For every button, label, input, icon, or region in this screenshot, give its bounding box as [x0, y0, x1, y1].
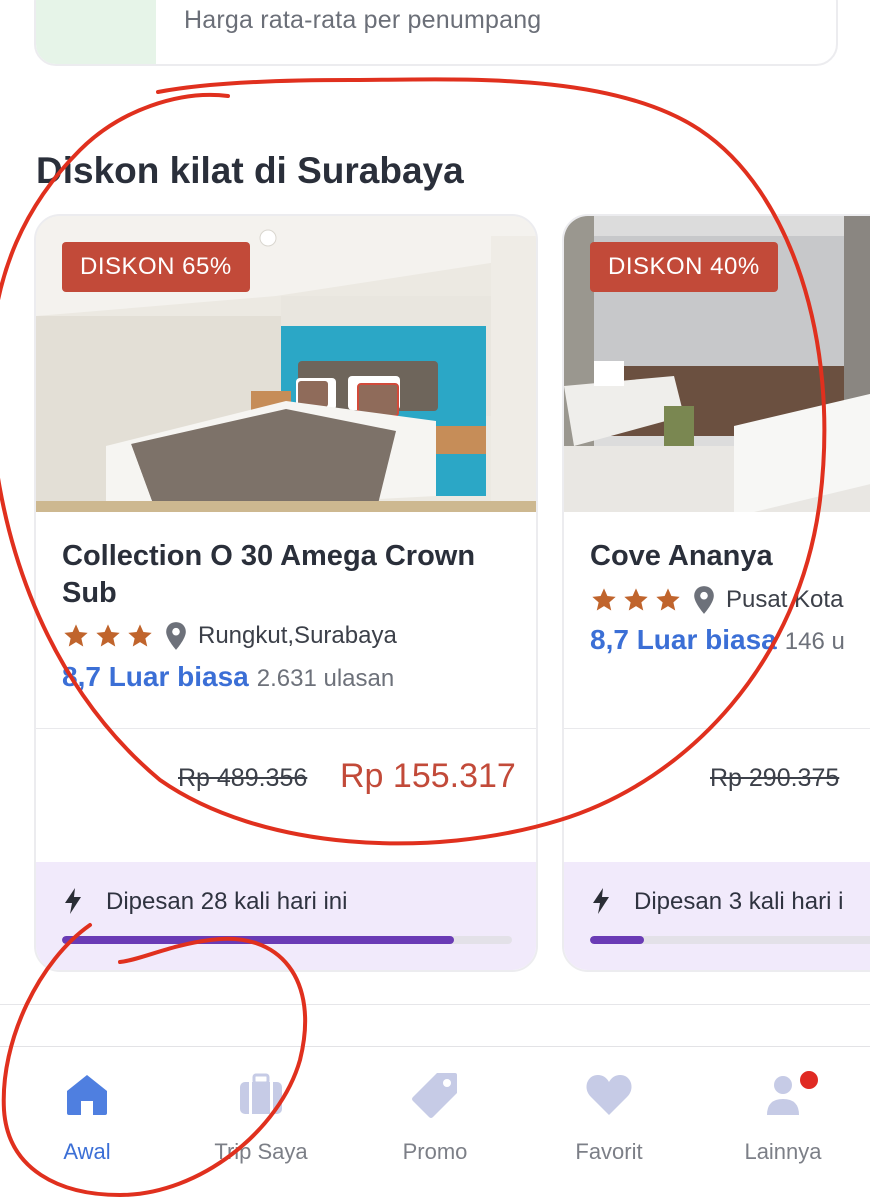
- nav-label: Promo: [402, 1139, 468, 1164]
- booking-progress-fill: [62, 936, 454, 944]
- star-icon: [64, 624, 88, 647]
- booked-count-text: Dipesan 3 kali hari i: [634, 888, 844, 915]
- star-icon: [592, 588, 616, 611]
- tag-icon: [412, 1073, 457, 1118]
- star-icon: [656, 588, 680, 611]
- divider: [564, 728, 870, 729]
- price-info-accent: [36, 0, 156, 64]
- booking-progress-fill: [590, 936, 644, 944]
- bottom-nav: Awal Trip Saya Promo Favorit Lainnya: [0, 1047, 870, 1200]
- price-info-text: Harga rata-rata per penumpang: [184, 6, 542, 34]
- nav-item-favorit[interactable]: Favorit: [522, 1047, 696, 1200]
- discount-badge: DISKON 40%: [590, 242, 778, 292]
- location-pin-icon: [694, 586, 714, 614]
- hotel-meta: Pusat Kota: [590, 583, 843, 617]
- heart-icon: [586, 1075, 632, 1115]
- nav-label: Favorit: [575, 1139, 643, 1164]
- nav-label: Awal: [63, 1139, 111, 1164]
- booking-popularity: Dipesan 28 kali hari ini: [36, 862, 536, 970]
- home-icon: [67, 1075, 107, 1115]
- notification-dot: [798, 1069, 820, 1091]
- original-price: Rp 290.375: [710, 764, 840, 792]
- hotel-meta: Rungkut,Surabaya: [62, 619, 397, 653]
- review-count: 2.631 ulasan: [256, 665, 395, 692]
- discount-badge: DISKON 65%: [62, 242, 250, 292]
- lightning-icon: [65, 888, 81, 914]
- nav-label: Trip Saya: [214, 1139, 308, 1164]
- price-info-card: Harga rata-rata per penumpang: [34, 0, 838, 66]
- location-pin-icon: [166, 622, 186, 650]
- hotel-photo: DISKON 65%: [36, 216, 536, 512]
- section-title: Diskon kilat di Surabaya: [36, 150, 464, 191]
- review-count: 146 u: [784, 628, 845, 655]
- booking-progress-bar: [590, 936, 870, 944]
- booking-popularity: Dipesan 3 kali hari i: [564, 862, 870, 970]
- rating-row: 8,7 Luar biasa 146 u: [590, 624, 845, 656]
- star-icon: [624, 588, 648, 611]
- suitcase-icon: [240, 1073, 282, 1114]
- divider: [36, 728, 536, 729]
- rating-score: 8,7 Luar biasa: [590, 624, 777, 655]
- booked-count-text: Dipesan 28 kali hari ini: [106, 888, 348, 915]
- star-icon: [128, 624, 152, 647]
- rating-row: 8,7 Luar biasa 2.631 ulasan: [62, 661, 394, 693]
- hotel-location: Pusat Kota: [726, 586, 844, 613]
- hotel-card[interactable]: DISKON 40% Cove Ananya Pusat Kota 8,7 Lu…: [562, 214, 870, 972]
- hotel-name[interactable]: Cove Ananya: [590, 538, 870, 575]
- hotel-name[interactable]: Collection O 30 Amega Crown Sub: [62, 538, 502, 612]
- nav-item-lainnya[interactable]: Lainnya: [696, 1047, 870, 1200]
- booking-progress-bar: [62, 936, 512, 944]
- nav-item-trip-saya[interactable]: Trip Saya: [174, 1047, 348, 1200]
- nav-label: Lainnya: [744, 1139, 822, 1164]
- nav-item-awal[interactable]: Awal: [0, 1047, 174, 1200]
- hotel-card[interactable]: DISKON 65% Collection O 30 Amega Crown S…: [34, 214, 538, 972]
- section-separator: [0, 1004, 870, 1005]
- hotel-photo: DISKON 40%: [564, 216, 870, 512]
- nav-item-promo[interactable]: Promo: [348, 1047, 522, 1200]
- discounted-price: Rp 155.317: [340, 757, 516, 795]
- hotel-location: Rungkut,Surabaya: [198, 622, 397, 649]
- star-icon: [96, 624, 120, 647]
- original-price: Rp 489.356: [178, 764, 308, 792]
- rating-score: 8,7 Luar biasa: [62, 661, 249, 692]
- lightning-icon: [593, 888, 609, 914]
